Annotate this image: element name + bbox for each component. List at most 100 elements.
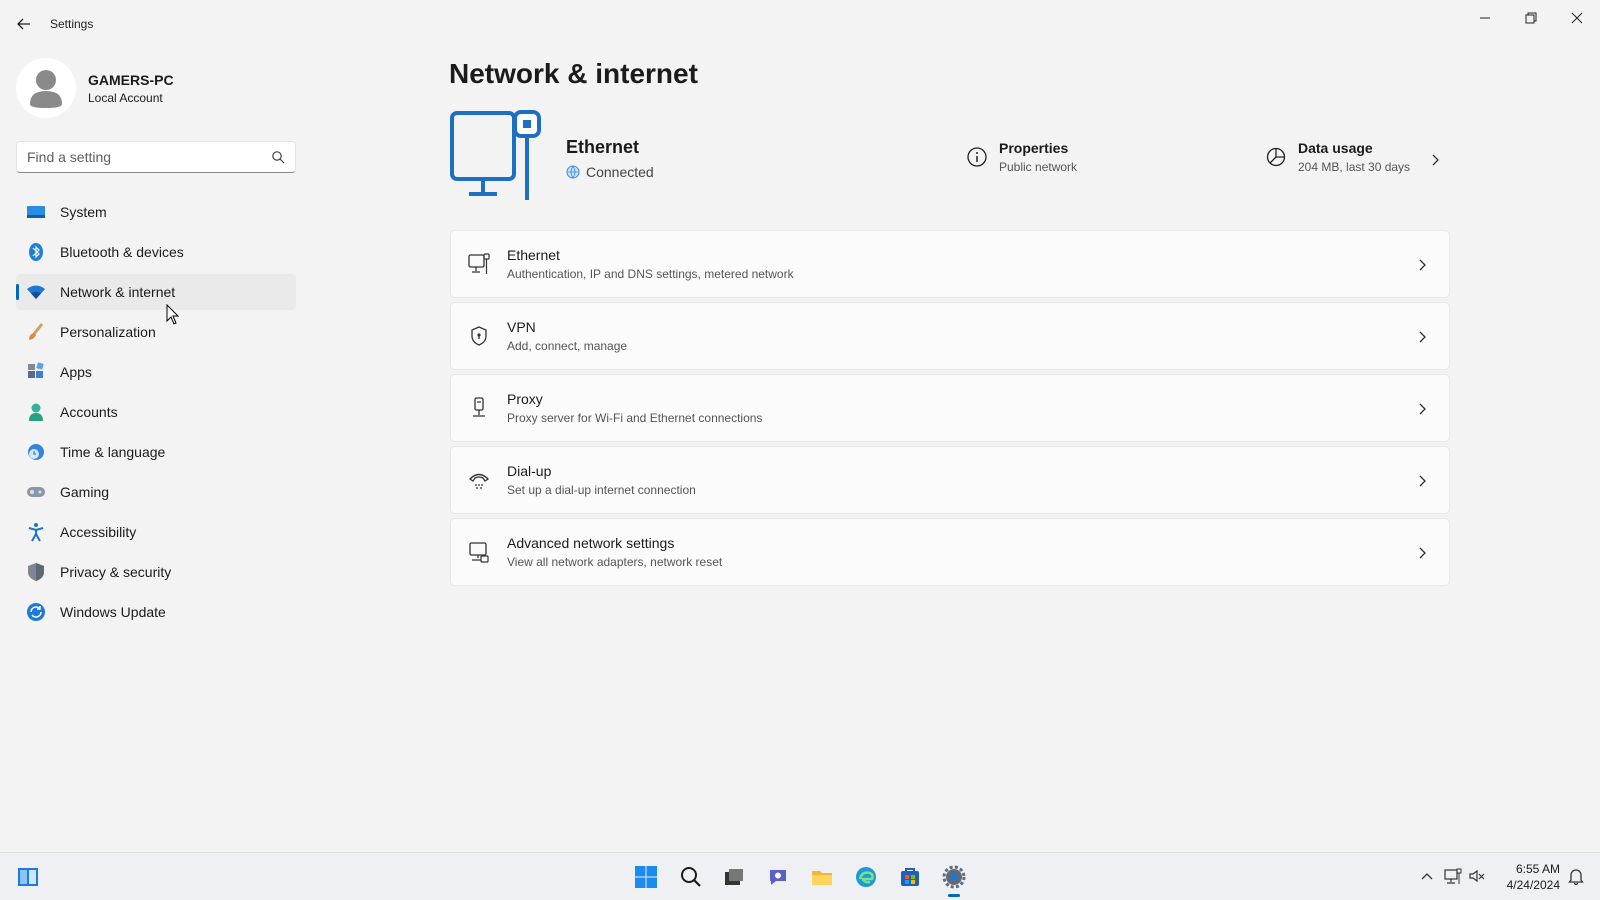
edge-browser-icon — [856, 867, 876, 887]
chevron-right-icon[interactable] — [1428, 153, 1442, 167]
sidebar-item-accessibility[interactable]: Accessibility — [16, 514, 296, 550]
chat-button[interactable] — [762, 861, 794, 893]
sidebar-item-label: Bluetooth & devices — [60, 244, 184, 260]
sidebar-item-network[interactable]: Network & internet — [16, 274, 296, 310]
volume-tray-button[interactable] — [1467, 865, 1487, 887]
dialup-icon — [467, 468, 491, 492]
start-button[interactable] — [630, 861, 662, 893]
brush-icon — [26, 322, 46, 342]
search-icon[interactable] — [271, 150, 285, 164]
chat-icon — [770, 870, 786, 885]
card-title: Advanced network settings — [507, 535, 675, 551]
sidebar-item-apps[interactable]: Apps — [16, 354, 296, 390]
data-usage-link[interactable]: Data usage 204 MB, last 30 days — [1265, 140, 1410, 174]
clock-time: 6:55 AM — [1515, 862, 1560, 876]
card-vpn[interactable]: VPN Add, connect, manage — [450, 302, 1450, 370]
notifications-button[interactable] — [1566, 865, 1586, 887]
arrow-left-icon — [17, 18, 30, 30]
account-type: Local Account — [88, 91, 163, 105]
globe-icon — [566, 165, 580, 179]
card-advanced-network[interactable]: Advanced network settings View all netwo… — [450, 518, 1450, 586]
task-view-button[interactable] — [718, 861, 750, 893]
avatar[interactable] — [16, 58, 76, 118]
chevron-right-icon — [1419, 547, 1426, 559]
properties-subtitle: Public network — [999, 160, 1078, 174]
folder-icon — [812, 871, 832, 885]
mouse-cursor-icon — [166, 304, 180, 325]
taskbar-search-button[interactable] — [675, 861, 707, 893]
restore-button[interactable] — [1508, 4, 1554, 32]
page-title: Network & internet — [449, 58, 698, 89]
edge-button[interactable] — [850, 861, 882, 893]
network-status-icon — [1444, 868, 1462, 884]
sidebar-item-gaming[interactable]: Gaming — [16, 474, 296, 510]
store-icon — [901, 868, 919, 886]
widgets-button[interactable] — [12, 861, 44, 893]
chevron-up-icon — [1421, 873, 1433, 880]
card-subtitle: Proxy server for Wi-Fi and Ethernet conn… — [507, 411, 763, 425]
file-explorer-button[interactable] — [806, 861, 838, 893]
clock-date: 4/24/2024 — [1506, 878, 1560, 892]
close-button[interactable] — [1554, 4, 1600, 32]
search-box — [16, 141, 296, 173]
minimize-button[interactable] — [1462, 4, 1508, 32]
sidebar-nav: System Bluetooth & devices Network & int… — [16, 194, 296, 634]
clock[interactable]: 6:55 AM 4/24/2024 — [1496, 861, 1560, 893]
card-subtitle: Set up a dial-up internet connection — [507, 483, 696, 497]
update-icon — [26, 602, 46, 622]
speaker-muted-icon — [1469, 869, 1485, 883]
sidebar-item-personalization[interactable]: Personalization — [16, 314, 296, 350]
sidebar-item-label: Time & language — [60, 444, 166, 460]
sidebar-item-time-language[interactable]: Time & language — [16, 434, 296, 470]
restore-icon — [1525, 12, 1537, 24]
user-name: GAMERS-PC — [88, 72, 174, 88]
minimize-icon — [1480, 17, 1490, 19]
search-input[interactable] — [17, 142, 247, 172]
person-icon — [26, 402, 46, 422]
network-adapter-icon — [467, 540, 491, 564]
gamepad-icon — [26, 482, 46, 502]
widgets-icon — [18, 868, 38, 886]
card-subtitle: View all network adapters, network reset — [507, 555, 723, 569]
connection-status-text: Connected — [586, 164, 654, 180]
ethernet-icon — [467, 252, 491, 276]
network-tray-button[interactable] — [1443, 865, 1463, 887]
card-title: Ethernet — [507, 247, 560, 263]
card-title: VPN — [507, 319, 536, 335]
sidebar-item-bluetooth[interactable]: Bluetooth & devices — [16, 234, 296, 270]
taskbar: 6:55 AM 4/24/2024 — [0, 852, 1600, 900]
back-button[interactable] — [12, 12, 36, 36]
search-icon — [681, 867, 701, 887]
pie-chart-icon — [1266, 147, 1286, 167]
sidebar-item-label: System — [60, 204, 107, 220]
sidebar-item-system[interactable]: System — [16, 194, 296, 230]
sidebar-item-label: Gaming — [60, 484, 110, 500]
bluetooth-icon — [26, 242, 46, 262]
shield-icon — [26, 562, 46, 582]
apps-icon — [26, 362, 46, 382]
data-usage-subtitle: 204 MB, last 30 days — [1298, 160, 1411, 174]
monitor-icon — [26, 202, 46, 222]
sidebar-item-label: Apps — [60, 364, 92, 380]
sidebar-item-windows-update[interactable]: Windows Update — [16, 594, 296, 630]
sidebar-item-label: Accessibility — [60, 524, 137, 540]
chevron-right-icon — [1419, 403, 1426, 415]
proxy-icon — [467, 396, 491, 420]
show-hidden-icons-button[interactable] — [1417, 865, 1437, 887]
card-proxy[interactable]: Proxy Proxy server for Wi-Fi and Etherne… — [450, 374, 1450, 442]
settings-cards: Ethernet Authentication, IP and DNS sett… — [450, 230, 1450, 590]
sidebar-item-label: Accounts — [60, 404, 118, 420]
card-title: Dial-up — [507, 463, 552, 479]
card-ethernet[interactable]: Ethernet Authentication, IP and DNS sett… — [450, 230, 1450, 298]
store-button[interactable] — [894, 861, 926, 893]
settings-app-button[interactable] — [938, 861, 970, 897]
wifi-icon — [26, 282, 46, 302]
accessibility-icon — [26, 522, 46, 542]
sidebar-item-privacy[interactable]: Privacy & security — [16, 554, 296, 590]
connection-name: Ethernet — [566, 137, 640, 157]
user-avatar-icon — [16, 58, 76, 118]
card-dial-up[interactable]: Dial-up Set up a dial-up internet connec… — [450, 446, 1450, 514]
sidebar-item-accounts[interactable]: Accounts — [16, 394, 296, 430]
properties-link[interactable]: Properties Public network — [966, 140, 1077, 174]
sidebar-item-label: Windows Update — [60, 604, 166, 620]
